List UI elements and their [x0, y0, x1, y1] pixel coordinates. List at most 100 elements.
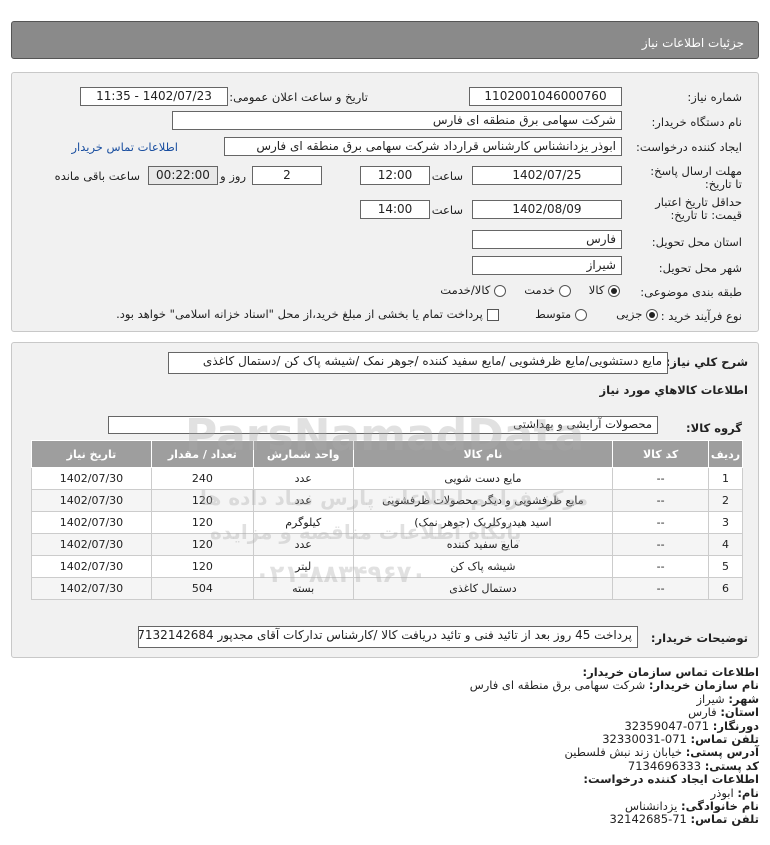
process-options: جزیی متوسط پرداخت تمام یا بخشی از مبلغ خ… — [116, 307, 658, 321]
need-date-cell: 1402/07/30 — [31, 489, 152, 512]
process-label: نوع فرآیند خرید : — [660, 309, 742, 323]
province-field: فارس — [472, 230, 622, 249]
table-row: 3 -- اسید هیدروکلریک (جوهر نمک) کیلوگرم 120 1… — [31, 511, 743, 534]
contact-line-label: آدرس پستی: — [685, 745, 759, 760]
need-number-label: شماره نیاز: — [687, 90, 742, 104]
contact-line-value: فارس — [688, 705, 717, 720]
quantity-cell: 120 — [150, 511, 254, 534]
row-number-cell: 1 — [708, 467, 743, 490]
unit-cell: عدد — [252, 489, 354, 512]
contact-line-value: خیابان زند نبش فلسطین — [564, 745, 683, 760]
contact-line-label: دورنگار: — [712, 718, 759, 733]
category-radio-both[interactable] — [493, 284, 506, 297]
goods-group-field: محصولات آرایشی و بهداشتی — [108, 416, 658, 434]
contact-line-value: یزدانشناس — [625, 799, 678, 814]
contact-line: استان: فارس — [11, 706, 759, 719]
buyer-notes-field: پرداخت 45 روز بعد از تائید فنی و تائید د… — [138, 626, 638, 648]
contact-line-label: نام سازمان خریدار: — [648, 678, 759, 693]
process-option-medium: متوسط — [535, 307, 572, 321]
col-row: ردیف — [708, 440, 743, 468]
goods-table-body: 1 -- مایع دست شویی عدد 240 1402/07/30 2 -- مایع … — [31, 467, 743, 600]
goods-table-header: ردیف کد کالا نام کالا واحد شمارش تعداد /… — [31, 440, 743, 468]
row-number-cell: 6 — [708, 577, 743, 600]
days-label: روز و — [220, 169, 246, 183]
contact-line: تلفن تماس: 71-32142685 — [11, 813, 759, 826]
need-date-cell: 1402/07/30 — [31, 533, 152, 556]
description-field: مایع دستشویی/مایع ظرفشویی /مایع سفید کنن… — [168, 352, 668, 374]
contact-line-value: 71-32142685 — [609, 812, 687, 827]
goods-name-cell: اسید هیدروکلریک (جوهر نمک) — [352, 511, 614, 534]
validity-hour-label: ساعت — [431, 203, 463, 217]
unit-cell: عدد — [252, 467, 354, 490]
category-radio-goods[interactable] — [608, 284, 620, 297]
deadline-time-field: 12:00 — [360, 166, 430, 185]
contact-line-label: نام: — [737, 785, 759, 800]
contact-lines: نام سازمان خریدار: شرکت سهامی برق منطقه … — [11, 679, 759, 826]
treasury-payment-checkbox[interactable] — [486, 308, 499, 321]
buyer-label: نام دستگاه خریدار: — [651, 115, 742, 129]
col-qty: تعداد / مقدار — [150, 440, 254, 468]
buyer-contact-section: اطلاعات تماس سازمان خریدار: نام سازمان خ… — [11, 665, 759, 827]
row-number-cell: 4 — [708, 533, 743, 556]
process-radio-minor[interactable] — [646, 308, 658, 321]
validity-date-field: 1402/08/09 — [472, 200, 622, 219]
unit-cell: بسته — [252, 577, 354, 600]
treasury-payment-note: پرداخت تمام یا بخشی از مبلغ خرید،از محل … — [116, 307, 483, 321]
quantity-cell: 120 — [150, 533, 254, 556]
announce-label: تاریخ و ساعت اعلان عمومی: — [229, 90, 368, 104]
contact-line: شهر: شیراز — [11, 692, 759, 706]
quantity-cell: 240 — [150, 467, 254, 490]
quantity-cell: 504 — [150, 577, 254, 600]
col-name: نام کالا — [352, 440, 614, 468]
contact-line-label: اطلاعات ایجاد کننده درخواست: — [583, 772, 759, 787]
creator-field: ابوذر یزدانشناس کارشناس قرارداد شرکت سها… — [224, 137, 622, 156]
goods-details-panel: شرح کلي نياز: مایع دستشویی/مایع ظرفشویی … — [11, 342, 759, 658]
need-date-cell: 1402/07/30 — [31, 511, 152, 534]
unit-cell: کیلوگرم — [252, 511, 354, 534]
contact-line-label: تلفن تماس: — [690, 732, 759, 747]
goods-code-cell: -- — [612, 577, 710, 600]
table-row: 2 -- مایع ظرفشویی و دیگر محصولات ظرفشویی عد… — [31, 489, 743, 512]
contact-line: کد پستی: 7134696333 — [11, 758, 759, 773]
col-code: کد کالا — [612, 440, 710, 468]
need-date-cell: 1402/07/30 — [31, 555, 152, 578]
contact-line: آدرس پستی: خیابان زند نبش فلسطین — [11, 745, 760, 760]
description-label: شرح کلي نياز: — [665, 355, 748, 369]
goods-group-label: گروه کالا: — [686, 421, 742, 435]
validity-time-field: 14:00 — [360, 200, 430, 219]
contact-line-value: 7134696333 — [627, 758, 702, 773]
page-title: جزئیات اطلاعات نیاز — [641, 36, 744, 50]
buyer-notes-label: توضیحات خریدار: — [650, 631, 748, 645]
category-option-goods: کالا — [588, 283, 605, 297]
contact-line-value: ابوذر — [710, 785, 734, 800]
table-row: 6 -- دستمال کاغذی بسته 504 1402/07/30 — [31, 577, 743, 600]
unit-cell: عدد — [252, 533, 354, 556]
row-number-cell: 3 — [708, 511, 743, 534]
quantity-cell: 120 — [150, 489, 254, 512]
need-info-panel: شماره نیاز: 1102001046000760 تاریخ و ساع… — [11, 72, 759, 332]
contact-line: اطلاعات ایجاد کننده درخواست: — [11, 773, 759, 786]
goods-name-cell: شیشه پاک کن — [352, 555, 614, 578]
remaining-field: 00:22:00 — [148, 166, 218, 185]
category-label: طبقه بندی موضوعی: — [640, 285, 742, 299]
goods-code-cell: -- — [612, 467, 710, 490]
row-number-cell: 2 — [708, 489, 743, 512]
table-row: 1 -- مایع دست شویی عدد 240 1402/07/30 — [31, 467, 743, 490]
contact-line-value: شرکت سهامی برق منطقه ای فارس — [469, 678, 646, 693]
city-field: شیراز — [472, 256, 622, 275]
process-radio-medium[interactable] — [574, 308, 587, 321]
deadline-hour-label: ساعت — [431, 169, 463, 183]
days-field: 2 — [252, 166, 322, 185]
goods-code-cell: -- — [612, 533, 710, 556]
contact-line: نام سازمان خریدار: شرکت سهامی برق منطقه … — [11, 679, 759, 692]
contact-line-label: تلفن تماس: — [690, 812, 759, 827]
category-radio-service[interactable] — [558, 284, 571, 297]
goods-code-cell: -- — [612, 555, 710, 578]
table-row: 5 -- شیشه پاک کن لیتر 120 1402/07/30 — [31, 555, 743, 578]
province-label: استان محل تحویل: — [651, 235, 742, 249]
validity-label: حداقل تاریخ اعتبار قیمت: تا تاریخ: — [655, 195, 742, 222]
goods-table: ردیف کد کالا نام کالا واحد شمارش تعداد /… — [31, 440, 743, 600]
buyer-contact-link[interactable]: اطلاعات تماس خریدار — [71, 140, 178, 154]
contact-line-value: 071-32359047 — [624, 718, 710, 733]
col-date: تاریخ نیاز — [31, 440, 152, 468]
